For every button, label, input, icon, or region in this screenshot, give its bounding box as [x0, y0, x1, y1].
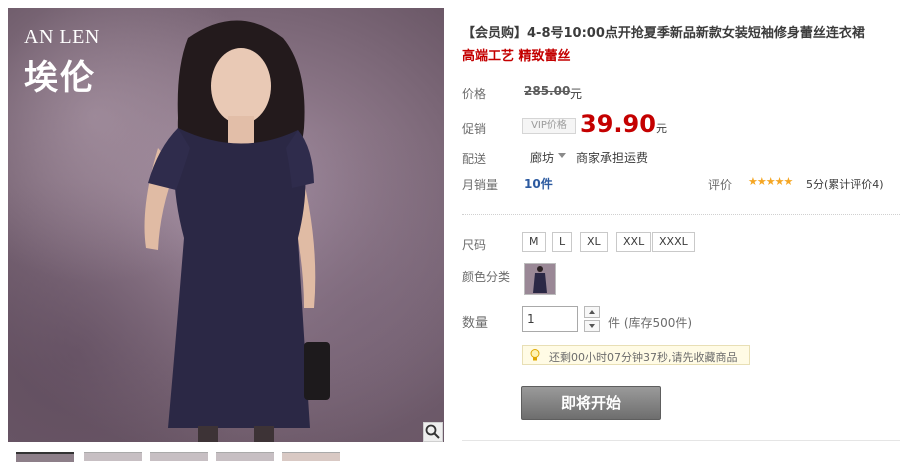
magnifier-icon: [425, 424, 440, 439]
rating-score: 5分: [806, 178, 824, 191]
quantity-increase-button[interactable]: [584, 306, 600, 318]
promo-label: 促销: [462, 122, 487, 136]
thumbnail-strip: [16, 452, 356, 462]
quantity-input[interactable]: [522, 306, 578, 332]
brand-logo-cn: 埃伦: [24, 58, 96, 98]
lightbulb-icon: [530, 349, 540, 361]
countdown-text: 还剩00小时07分钟37秒,请先收藏商品: [549, 351, 738, 364]
product-subtitle: 高端工艺 精致蕾丝: [462, 49, 571, 64]
vip-price-tag: VIP价格: [522, 118, 576, 134]
countdown-notice: 还剩00小时07分钟37秒,请先收藏商品: [522, 345, 750, 365]
promo-price-unit: 元: [656, 122, 667, 135]
promo-price: 39.90: [580, 110, 656, 138]
arrow-down-icon: [589, 324, 595, 328]
section-divider: [462, 214, 900, 215]
monthly-sales-label: 月销量: [462, 178, 499, 192]
product-main-image[interactable]: AN LEN 埃伦: [8, 8, 444, 442]
bottom-divider: [462, 440, 900, 441]
quantity-decrease-button[interactable]: [584, 320, 600, 332]
chevron-down-icon[interactable]: [558, 153, 566, 158]
rating-summary[interactable]: 5分(累计评价4): [806, 176, 884, 192]
product-title: 【会员购】4-8号10:00点开抢夏季新品新款女装短袖修身蕾丝连衣裙: [462, 26, 865, 41]
stock-text: 件 (库存500件): [608, 316, 693, 330]
size-option-xxl[interactable]: XXL: [616, 232, 652, 252]
size-option-xl[interactable]: XL: [580, 232, 608, 252]
arrow-up-icon: [589, 310, 595, 314]
shipping-origin-select[interactable]: 廊坊: [530, 149, 554, 166]
rating-stars-icon: ★★★★★: [748, 175, 793, 188]
review-label: 评价: [708, 178, 733, 192]
color-option-swatch[interactable]: [524, 263, 556, 295]
size-option-xxxl[interactable]: XXXL: [652, 232, 695, 252]
price-label: 价格: [462, 87, 487, 101]
color-label: 颜色分类: [462, 270, 511, 284]
thumbnail[interactable]: [16, 452, 74, 462]
zoom-button[interactable]: [423, 422, 443, 442]
monthly-sales-count: 10件: [524, 177, 553, 191]
shipping-label: 配送: [462, 152, 487, 166]
shipping-note: 商家承担运费: [576, 151, 649, 165]
original-price: 285.00: [524, 84, 571, 98]
size-option-l[interactable]: L: [552, 232, 573, 252]
brand-logo-en: AN LEN: [24, 26, 100, 48]
coming-soon-button[interactable]: 即将开始: [521, 386, 661, 420]
dress-thumbnail-icon: [525, 264, 555, 294]
review-count-link[interactable]: (累计评价4): [824, 178, 884, 191]
quantity-label: 数量: [462, 316, 489, 331]
size-option-m[interactable]: M: [522, 232, 546, 252]
size-label: 尺码: [462, 238, 487, 252]
original-price-unit: 元: [570, 87, 583, 101]
